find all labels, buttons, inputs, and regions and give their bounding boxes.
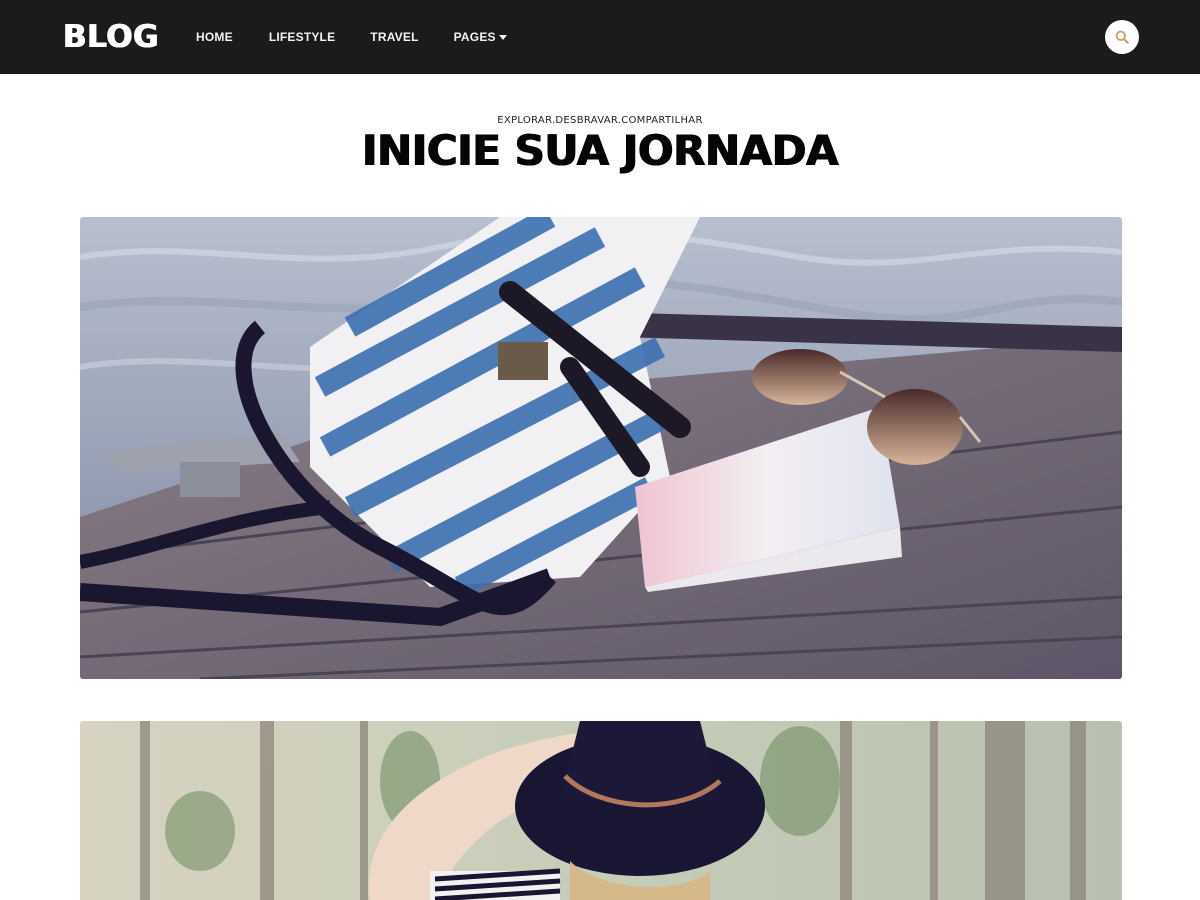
main-nav: HOME LIFESTYLE TRAVEL PAGES <box>196 29 507 45</box>
nav-label-home: HOME <box>196 30 233 44</box>
nav-item-travel[interactable]: TRAVEL <box>370 29 418 45</box>
caret-down-icon <box>498 35 507 40</box>
hero-title: INICIE SUA JORNADA <box>361 126 839 175</box>
dock-photo <box>80 217 1122 679</box>
post-image-dock[interactable] <box>80 217 1122 679</box>
search-icon <box>1115 30 1129 44</box>
post-image-hat[interactable] <box>80 721 1122 900</box>
nav-label-pages: PAGES <box>453 30 496 44</box>
nav-item-lifestyle[interactable]: LIFESTYLE <box>269 29 335 45</box>
nav-item-pages[interactable]: PAGES <box>454 29 507 45</box>
search-button[interactable] <box>1105 20 1139 54</box>
hero-heading: EXPLORAR.DESBRAVAR.COMPARTILHAR INICIE S… <box>0 114 1200 174</box>
top-nav-bar: BLOG HOME LIFESTYLE TRAVEL PAGES <box>0 0 1200 74</box>
nav-label-travel: TRAVEL <box>370 30 419 44</box>
nav-label-lifestyle: LIFESTYLE <box>268 30 336 44</box>
nav-item-home[interactable]: HOME <box>196 29 233 45</box>
hat-photo <box>80 721 1122 900</box>
site-logo[interactable]: BLOG <box>63 20 159 54</box>
